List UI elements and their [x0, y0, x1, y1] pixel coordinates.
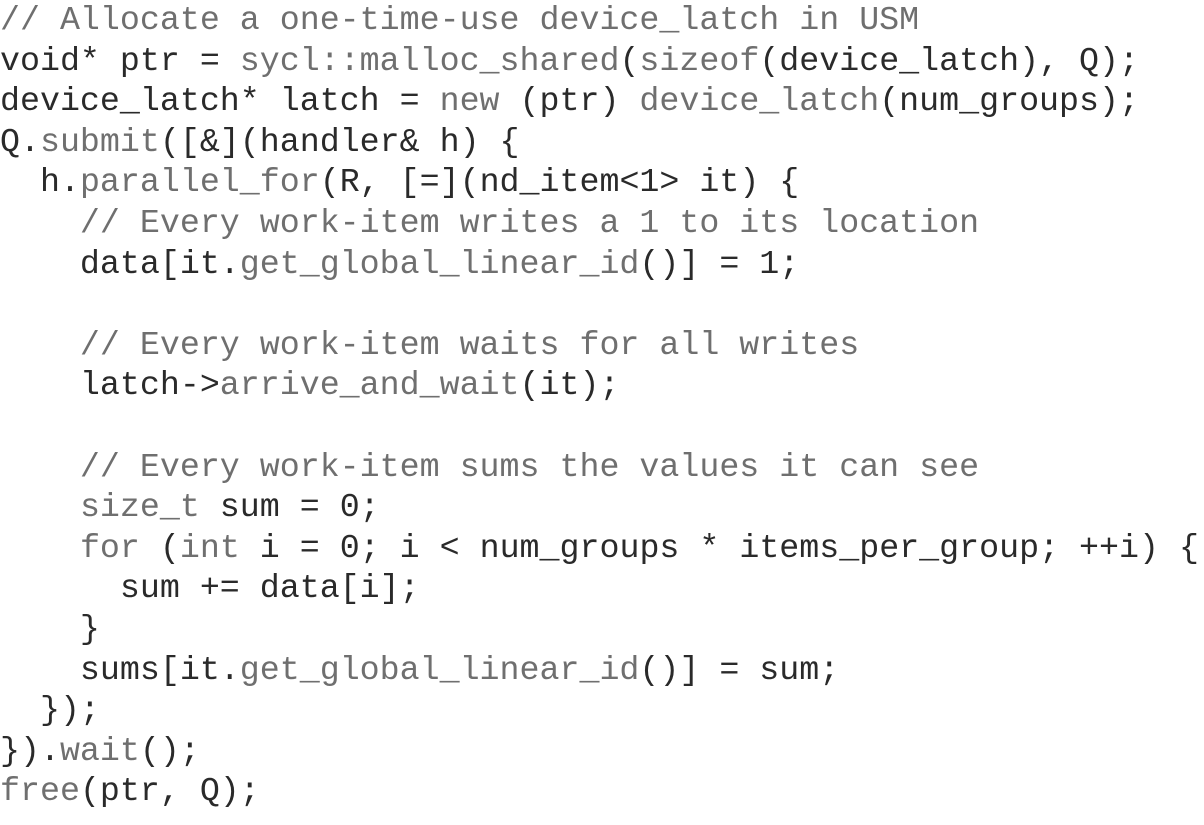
code-token: latch->	[0, 366, 220, 405]
code-token: sizeof	[639, 41, 760, 80]
code-token: size_t	[79, 488, 200, 527]
code-token: free	[0, 772, 80, 811]
code-token: });	[0, 691, 100, 730]
code-line: void* ptr = sycl::malloc_shared(sizeof(d…	[0, 41, 1139, 82]
code-token: h.	[0, 163, 80, 202]
code-token: data[it.	[0, 244, 240, 283]
code-token: // Every work-item sums the values it ca…	[0, 447, 980, 486]
code-line: latch->arrive_and_wait(it);	[0, 365, 620, 406]
code-line: }).wait();	[0, 731, 200, 772]
code-token: for	[79, 528, 140, 567]
code-token: device_latch* latch =	[0, 82, 440, 121]
code-token: }	[0, 610, 100, 648]
code-token: Q.	[0, 122, 40, 161]
code-line: free(ptr, Q);	[0, 771, 260, 812]
code-token: ();	[139, 731, 200, 770]
code-line: });	[0, 690, 100, 731]
code-line: sums[it.get_global_linear_id()] = sum;	[0, 650, 839, 691]
code-listing: // Allocate a one-time-use device_latch …	[0, 0, 1204, 825]
code-token: }).	[0, 731, 60, 770]
code-token: new	[439, 82, 500, 121]
code-line: // Every work-item sums the values it ca…	[0, 447, 979, 488]
code-token: (it);	[519, 366, 620, 405]
code-token: sum = 0;	[199, 488, 380, 527]
code-token: (num_groups);	[879, 82, 1139, 121]
code-token: void* ptr =	[0, 41, 240, 80]
code-token: device_latch	[639, 82, 880, 121]
code-token: get_global_linear_id	[239, 244, 640, 283]
code-line: size_t sum = 0;	[0, 487, 380, 528]
code-line: for (int i = 0; i < num_groups * items_p…	[0, 528, 1199, 569]
code-token: (	[139, 528, 180, 567]
code-token: int	[179, 528, 240, 567]
code-token: (device_latch), Q);	[759, 41, 1139, 80]
code-token: sums[it.	[0, 650, 240, 689]
code-line: // Every work-item waits for all writes	[0, 325, 859, 366]
code-line: sum += data[i];	[0, 568, 420, 609]
code-token: (	[619, 41, 640, 80]
code-token: arrive_and_wait	[219, 366, 520, 405]
code-line: }	[0, 609, 100, 650]
code-token: i = 0; i < num_groups * items_per_group;…	[239, 528, 1199, 567]
code-line: Q.submit([&](handler& h) {	[0, 122, 520, 163]
code-line: // Every work-item writes a 1 to its loc…	[0, 203, 979, 244]
code-token: sycl::malloc_shared	[239, 41, 620, 80]
code-line: data[it.get_global_linear_id()] = 1;	[0, 244, 799, 285]
code-token: submit	[39, 122, 160, 161]
code-token: ()] = 1;	[639, 244, 800, 283]
code-token: get_global_linear_id	[239, 650, 640, 689]
code-token: ()] = sum;	[639, 650, 840, 689]
code-token: ([&](handler& h) {	[159, 122, 520, 161]
code-token: (ptr)	[499, 82, 640, 121]
code-token: (R, [=](nd_item<1> it) {	[319, 163, 800, 202]
code-line: h.parallel_for(R, [=](nd_item<1> it) {	[0, 162, 799, 203]
code-line: // Allocate a one-time-use device_latch …	[0, 0, 919, 41]
code-token: // Allocate a one-time-use device_latch …	[0, 1, 920, 39]
code-token: sum += data[i];	[0, 569, 420, 608]
code-token: // Every work-item writes a 1 to its loc…	[0, 204, 980, 242]
code-token: (ptr, Q);	[79, 772, 260, 811]
code-token: parallel_for	[79, 163, 320, 202]
code-line: device_latch* latch = new (ptr) device_l…	[0, 81, 1139, 122]
code-token: wait	[59, 731, 140, 770]
code-token: // Every work-item waits for all writes	[0, 325, 860, 364]
